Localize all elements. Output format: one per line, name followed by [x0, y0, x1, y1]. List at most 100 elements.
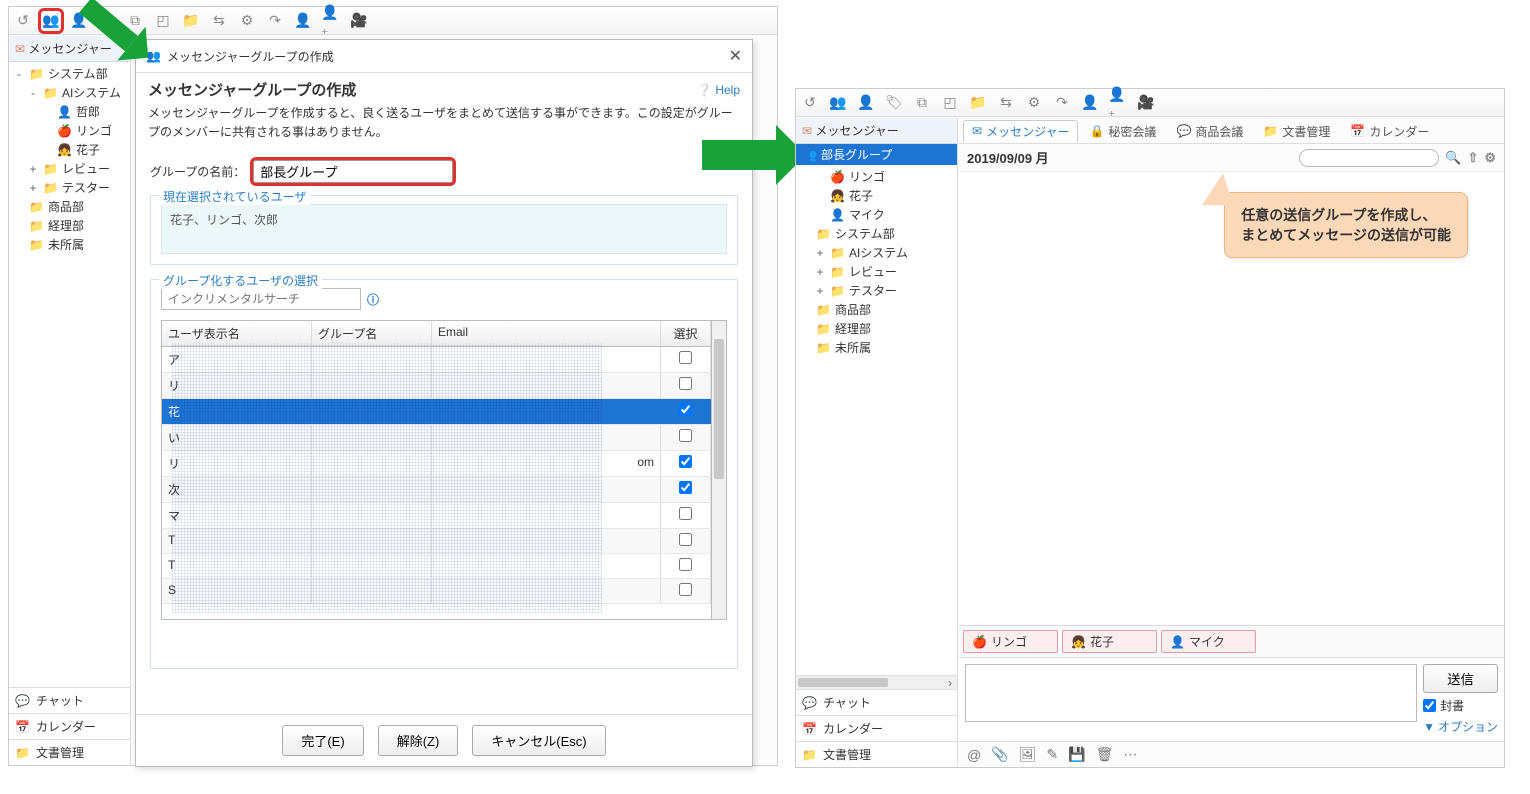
group-name-input[interactable] — [253, 160, 453, 183]
search-icon[interactable]: 🔍 — [1445, 150, 1461, 166]
tab[interactable]: ✉メッセンジャー — [963, 120, 1078, 142]
gear-icon[interactable]: ⚙ — [237, 11, 257, 31]
seal-checkbox[interactable] — [1423, 699, 1436, 712]
row-checkbox[interactable] — [679, 455, 692, 468]
row-checkbox[interactable] — [679, 429, 692, 442]
tree-item[interactable]: +📁レビュー — [9, 159, 130, 178]
tree-item[interactable]: +📁AIシステム — [796, 243, 957, 262]
table-row[interactable]: リom — [162, 451, 711, 477]
tree-item[interactable]: +📁テスター — [796, 281, 957, 300]
tree-item[interactable]: 📁未所属 — [9, 235, 130, 254]
camera-icon[interactable]: 🎥 — [349, 11, 369, 31]
table-row[interactable]: リ — [162, 373, 711, 399]
recipient-chip[interactable]: 👧花子 — [1062, 630, 1157, 653]
sidebar-bottom-item[interactable]: 📅カレンダー — [796, 715, 957, 741]
tree-item[interactable]: 🍎リンゴ — [9, 121, 130, 140]
compose-textarea[interactable] — [965, 664, 1417, 722]
tree-item[interactable]: 📁経理部 — [796, 319, 957, 338]
sidebar-bottom-item[interactable]: 💬チャット — [796, 689, 957, 715]
crop-icon[interactable]: ◰ — [940, 93, 960, 113]
info-icon[interactable]: ⓘ — [367, 291, 379, 308]
col-name[interactable]: ユーザ表示名 — [162, 321, 312, 346]
tree-item[interactable]: 👧花子 — [796, 186, 957, 205]
tree-item[interactable]: +📁レビュー — [796, 262, 957, 281]
table-row[interactable]: い — [162, 425, 711, 451]
seal-checkbox-row[interactable]: 封書 — [1423, 697, 1498, 714]
table-row[interactable]: 次 — [162, 477, 711, 503]
ok-button[interactable]: 完了(E) — [282, 725, 363, 756]
up-icon[interactable]: ⇧ — [1467, 150, 1478, 166]
more-icon[interactable]: ⋯ — [1123, 746, 1137, 763]
gear-icon[interactable]: ⚙ — [1484, 150, 1496, 166]
user-gear-icon[interactable]: 👤 — [856, 93, 876, 113]
user-alt-icon[interactable]: 👤 — [293, 11, 313, 31]
image-icon[interactable]: 🖼 — [1019, 746, 1037, 763]
tab[interactable]: 📁文書管理 — [1254, 120, 1339, 142]
group-selected-row[interactable]: 👥 部長グループ — [796, 144, 957, 165]
refresh-icon[interactable]: ↺ — [800, 93, 820, 113]
tree-item[interactable]: 📁未所属 — [796, 338, 957, 357]
table-body[interactable]: アリ花いリom次マTTS — [162, 347, 711, 619]
sidebar-bottom-item[interactable]: 📁文書管理 — [9, 739, 130, 765]
group-create-icon[interactable]: 👥 — [41, 11, 61, 31]
row-checkbox[interactable] — [679, 533, 692, 546]
tree-right[interactable]: 🍎リンゴ👧花子👤マイク📁システム部+📁AIシステム+📁レビュー+📁テスター📁商品… — [796, 165, 957, 675]
row-checkbox[interactable] — [679, 583, 692, 596]
col-group[interactable]: グループ名 — [312, 321, 432, 346]
table-row[interactable]: S — [162, 579, 711, 604]
close-icon[interactable]: ✕ — [729, 46, 742, 66]
sync-icon[interactable]: ⇆ — [209, 11, 229, 31]
recipient-chip[interactable]: 🍎リンゴ — [963, 630, 1058, 653]
exit-icon[interactable]: ↷ — [265, 11, 285, 31]
search-input-2[interactable] — [1299, 149, 1439, 167]
hscroll-thumb[interactable] — [798, 678, 888, 687]
tree-item[interactable]: +📁テスター — [9, 178, 130, 197]
sidebar-bottom-item[interactable]: 📅カレンダー — [9, 713, 130, 739]
row-checkbox[interactable] — [679, 558, 692, 571]
recipient-chip[interactable]: 👤マイク — [1161, 630, 1256, 653]
save-icon[interactable]: 💾 — [1068, 746, 1085, 763]
trash-icon[interactable]: 🗑 — [1096, 746, 1114, 763]
table-row[interactable]: ア — [162, 347, 711, 373]
cancel-button[interactable]: キャンセル(Esc) — [472, 725, 605, 756]
table-row[interactable]: T — [162, 554, 711, 579]
tree-item[interactable]: 📁経理部 — [9, 216, 130, 235]
tree-item[interactable]: -📁AIシステム — [9, 83, 130, 102]
tree-item[interactable]: 📁商品部 — [9, 197, 130, 216]
user-plus-icon[interactable]: 👤₊ — [1108, 93, 1128, 113]
refresh-icon[interactable]: ↺ — [13, 11, 33, 31]
sidebar-bottom-item[interactable]: 💬チャット — [9, 687, 130, 713]
row-checkbox[interactable] — [679, 507, 692, 520]
group-icon[interactable]: 👥 — [828, 93, 848, 113]
tree-item[interactable]: 📁システム部 — [796, 224, 957, 243]
select-icon[interactable]: ⧉ — [912, 93, 932, 113]
col-email[interactable]: Email — [432, 321, 661, 346]
folder-icon[interactable]: 📁 — [181, 11, 201, 31]
exit-icon[interactable]: ↷ — [1052, 93, 1072, 113]
sidebar-hscroll[interactable]: ‹ › — [796, 675, 957, 689]
tag-icon[interactable]: 🏷 — [884, 93, 904, 113]
attach-icon[interactable]: 📎 — [991, 746, 1008, 763]
crop-icon[interactable]: ◰ — [153, 11, 173, 31]
tab[interactable]: 💬商品会議 — [1167, 120, 1252, 142]
tab[interactable]: 🔒秘密会議 — [1080, 120, 1165, 142]
camera-icon[interactable]: 🎥 — [1136, 93, 1156, 113]
table-row[interactable]: マ — [162, 503, 711, 529]
tree-item[interactable]: 📁商品部 — [796, 300, 957, 319]
tree-item[interactable]: 👤マイク — [796, 205, 957, 224]
clear-button[interactable]: 解除(Z) — [378, 725, 459, 756]
tab[interactable]: 📅カレンダー — [1341, 120, 1438, 142]
table-row[interactable]: 花 — [162, 399, 711, 425]
row-checkbox[interactable] — [679, 351, 692, 364]
tree-item[interactable]: -📁システム部 — [9, 64, 130, 83]
tree-left[interactable]: -📁システム部-📁AIシステム👤哲郎🍎リンゴ👧花子+📁レビュー+📁テスター📁商品… — [9, 62, 130, 687]
row-checkbox[interactable] — [679, 481, 692, 494]
incremental-search-input[interactable] — [161, 288, 361, 310]
user-alt-icon[interactable]: 👤 — [1080, 93, 1100, 113]
table-row[interactable]: T — [162, 529, 711, 554]
scroll-thumb[interactable] — [714, 339, 724, 479]
option-toggle[interactable]: ▼ オプション — [1423, 718, 1498, 735]
scroll-right-icon[interactable]: › — [943, 676, 957, 689]
sync-icon[interactable]: ⇆ — [996, 93, 1016, 113]
edit-icon[interactable]: ✎ — [1046, 746, 1058, 763]
